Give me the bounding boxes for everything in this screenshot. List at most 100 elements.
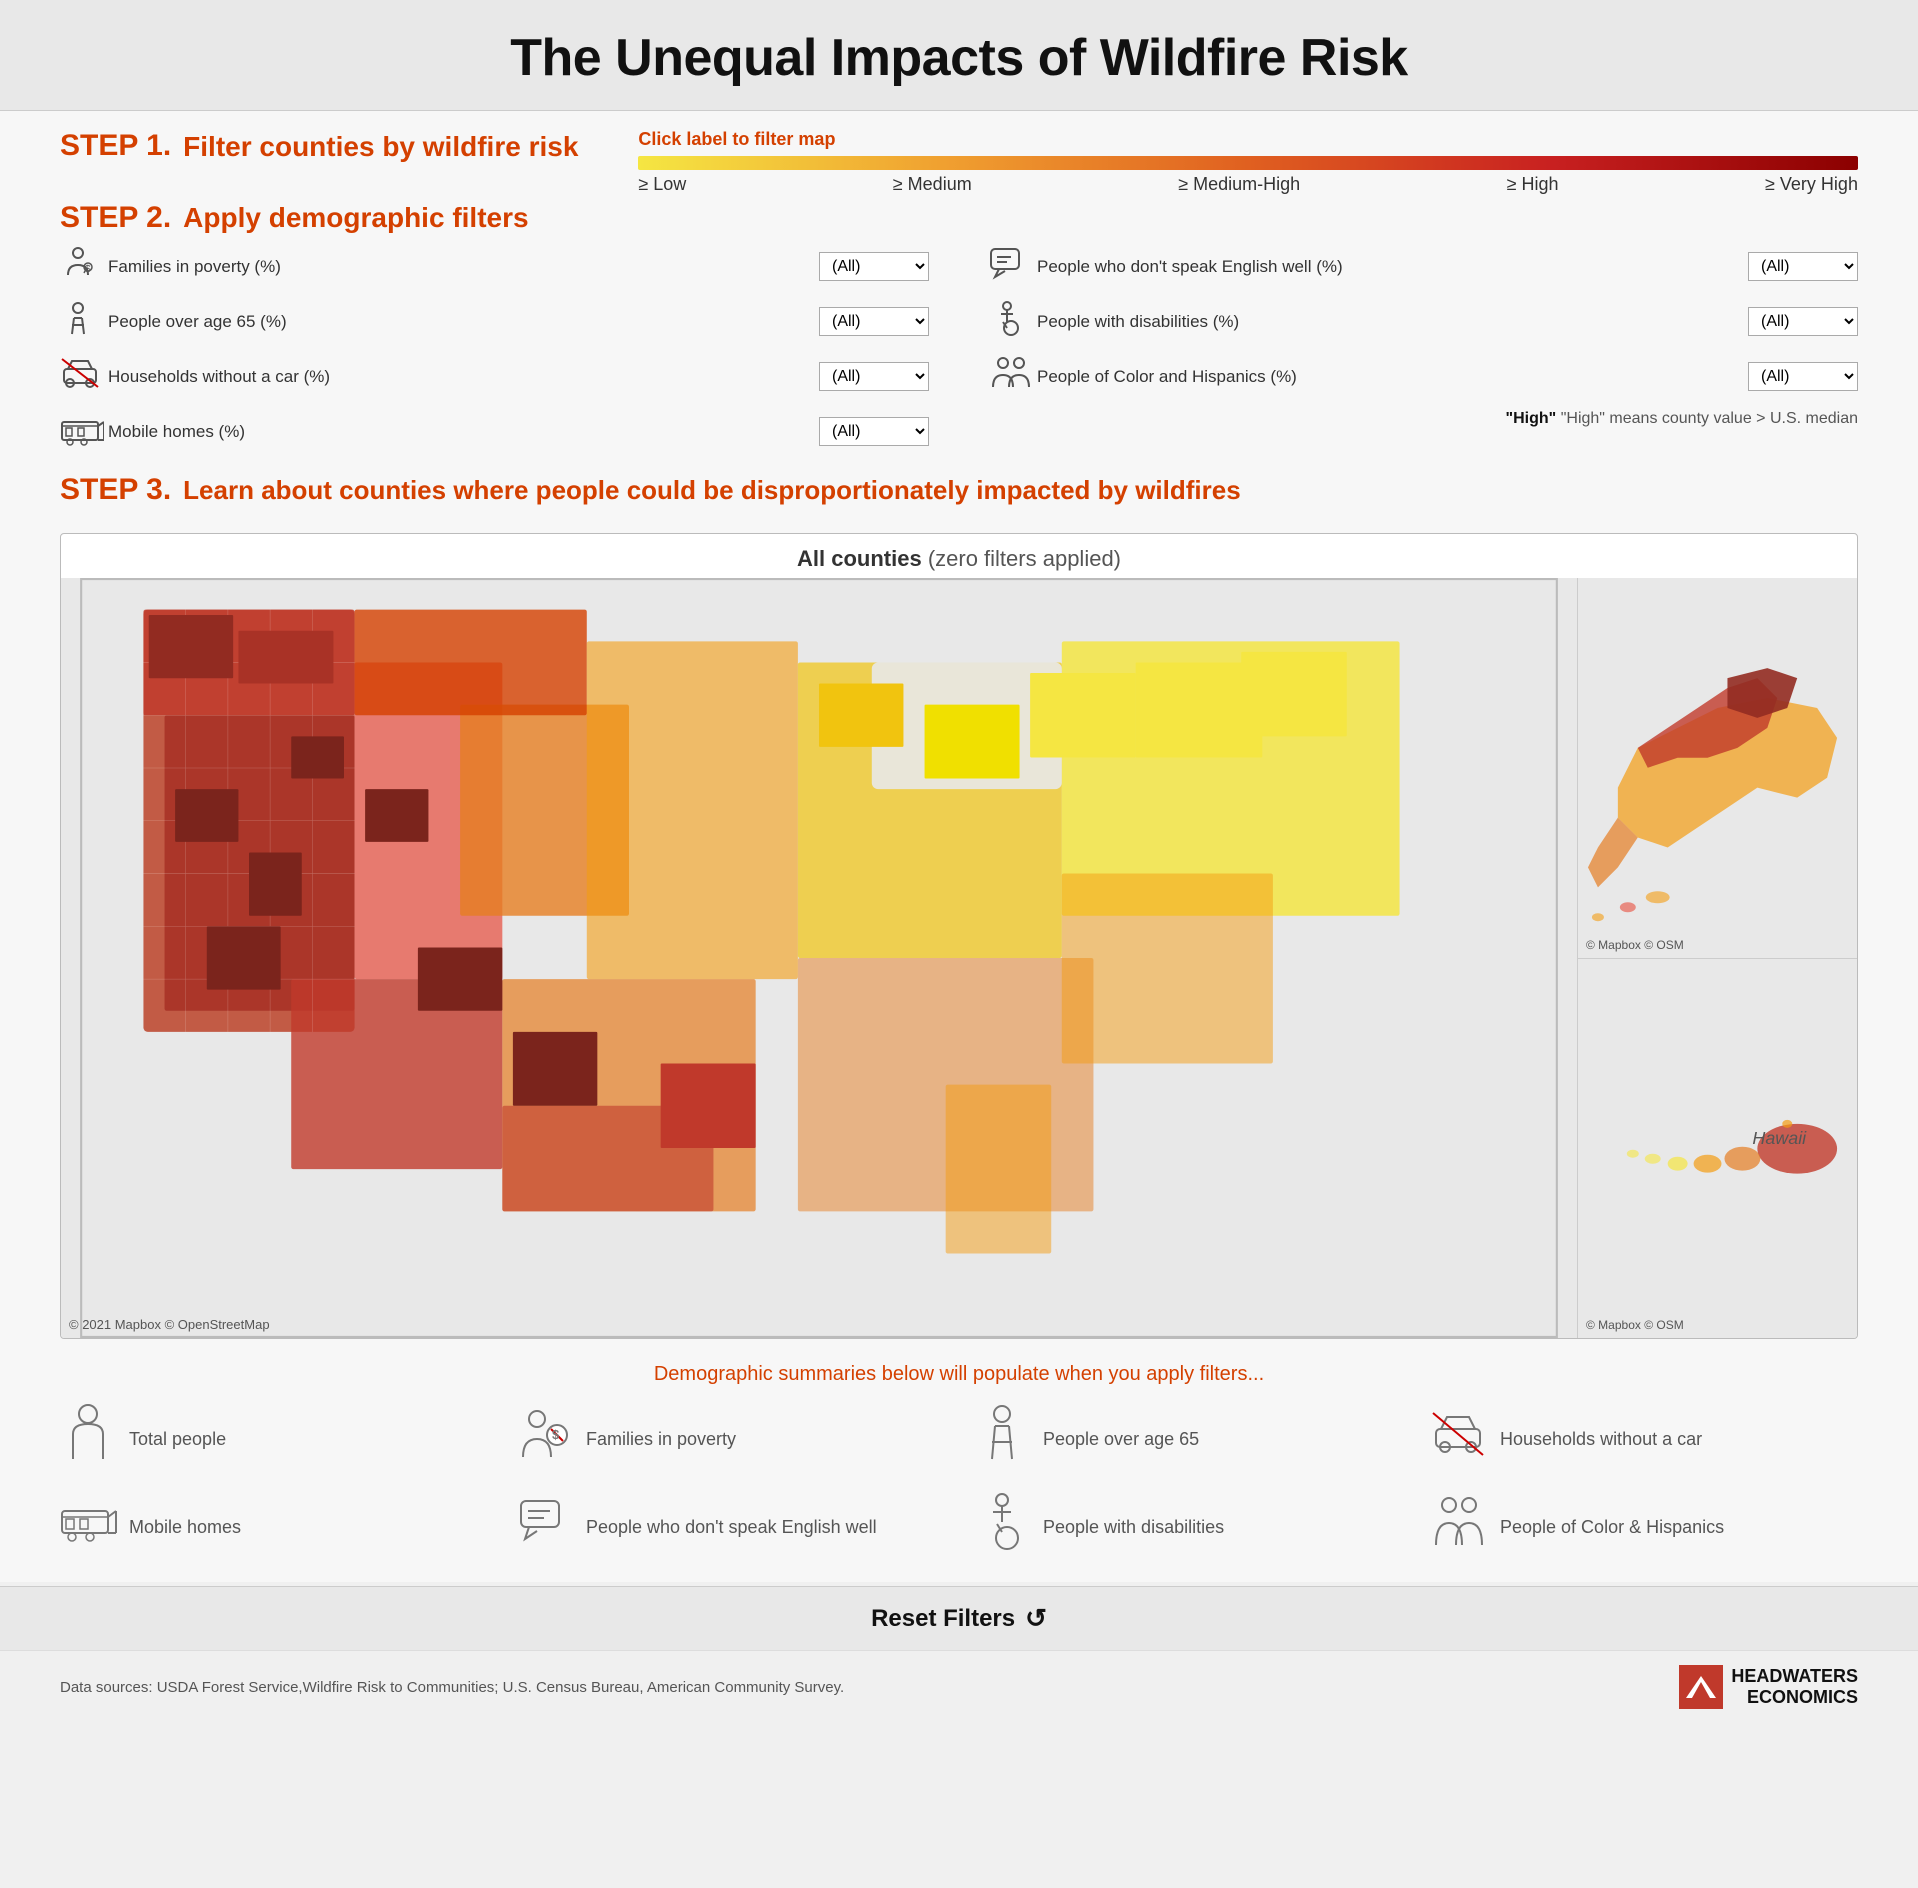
filter-mobile-home-label: Mobile homes (%) — [108, 422, 819, 442]
click-instruction: Click label to filter map — [638, 129, 1858, 150]
filter-elder: People over age 65 (%) (All) High — [60, 300, 929, 343]
steps-area: STEP 1. Filter counties by wildfire risk… — [0, 111, 1918, 533]
demo-message: Demographic summaries below will populat… — [60, 1363, 1858, 1386]
demo-mobile-home: Mobile homes — [60, 1492, 487, 1562]
risk-level-high[interactable]: ≥ High — [1507, 174, 1559, 195]
headwaters-logo-icon — [1679, 1665, 1723, 1709]
filter-disability: People with disabilities (%) (All) High — [989, 300, 1858, 343]
high-note-strong: "High" — [1506, 410, 1557, 427]
filter-poverty: $ Families in poverty (%) (All) High — [60, 245, 929, 288]
demo-total-people: Total people — [60, 1404, 487, 1474]
filters-left: $ Families in poverty (%) (All) High — [60, 245, 929, 465]
footer-logo: HEADWATERS ECONOMICS — [1679, 1665, 1858, 1709]
mobile-home-icon — [60, 410, 108, 453]
risk-level-medium-high[interactable]: ≥ Medium-High — [1178, 174, 1300, 195]
reset-bar: Reset Filters ↺ — [0, 1586, 1918, 1650]
map-container: All counties (zero filters applied) — [60, 533, 1858, 1339]
step1-row: STEP 1. Filter counties by wildfire risk… — [60, 129, 1858, 195]
filter-mobile-home-select[interactable]: (All) High — [819, 417, 929, 446]
demo-disability: People with disabilities — [974, 1492, 1401, 1562]
risk-labels: ≥ Low ≥ Medium ≥ Medium-High ≥ High ≥ Ve… — [638, 174, 1858, 195]
risk-bar — [638, 156, 1858, 170]
page-wrapper: The Unequal Impacts of Wildfire Risk STE… — [0, 0, 1918, 1723]
svg-text:$: $ — [85, 264, 91, 275]
svg-text:$: $ — [552, 1427, 560, 1442]
reset-button[interactable]: Reset Filters ↺ — [871, 1603, 1047, 1634]
svg-text:Hawaii: Hawaii — [1752, 1127, 1807, 1147]
filter-car-label: Households without a car (%) — [108, 367, 819, 387]
header: The Unequal Impacts of Wildfire Risk — [0, 0, 1918, 111]
map-side: © Mapbox © OSM — [1577, 578, 1857, 1338]
demo-poverty-label: Families in poverty — [586, 1429, 736, 1450]
risk-level-low[interactable]: ≥ Low — [638, 174, 686, 195]
filter-english-label: People who don't speak English well (%) — [1037, 257, 1748, 277]
risk-scale: ≥ Low ≥ Medium ≥ Medium-High ≥ High ≥ Ve… — [638, 156, 1858, 195]
high-note-text: "High" means county value > U.S. median — [1561, 410, 1858, 427]
elder-icon — [60, 300, 108, 343]
demographics-summary: Demographic summaries below will populat… — [0, 1353, 1918, 1582]
reset-icon: ↺ — [1025, 1603, 1047, 1634]
person-icon — [60, 1404, 115, 1474]
step2-title: Apply demographic filters — [183, 202, 528, 234]
footer-logo-line2: ECONOMICS — [1731, 1687, 1858, 1708]
demo-disability-label: People with disabilities — [1043, 1517, 1224, 1538]
filter-poverty-label: Families in poverty (%) — [108, 257, 819, 277]
demo-mobile-home-label: Mobile homes — [129, 1517, 241, 1538]
filter-elder-select[interactable]: (All) High — [819, 307, 929, 336]
demo-disability-icon — [974, 1492, 1029, 1562]
poverty-icon: $ — [60, 245, 108, 288]
map-title-bar: All counties (zero filters applied) — [61, 534, 1857, 578]
risk-level-medium[interactable]: ≥ Medium — [893, 174, 972, 195]
footer-data-sources: Data sources: USDA Forest Service,Wildfi… — [60, 1679, 844, 1696]
car-icon — [60, 355, 108, 398]
footer-logo-text: HEADWATERS ECONOMICS — [1731, 1666, 1858, 1708]
demo-grid: Total people $ Families in poverty — [60, 1404, 1858, 1562]
people-icon — [989, 355, 1037, 398]
filter-english: People who don't speak English well (%) … — [989, 245, 1858, 288]
speech-icon — [989, 245, 1037, 288]
map-section: All counties (zero filters applied) — [0, 533, 1918, 1353]
map-credit-hawaii: © Mapbox © OSM — [1586, 1318, 1684, 1332]
demo-people-icon — [1431, 1495, 1486, 1560]
step1-label: STEP 1. — [60, 129, 171, 163]
demo-car-icon — [1431, 1409, 1486, 1469]
filter-car-select[interactable]: (All) High — [819, 362, 929, 391]
step2-row: STEP 2. Apply demographic filters — [60, 201, 1858, 235]
map-inner: © 2021 Mapbox © OpenStreetMap — [61, 578, 1857, 1338]
reset-label: Reset Filters — [871, 1605, 1015, 1633]
filter-poc: People of Color and Hispanics (%) (All) … — [989, 355, 1858, 398]
demo-poverty-icon: $ — [517, 1407, 572, 1472]
filter-poc-select[interactable]: (All) High — [1748, 362, 1858, 391]
demo-total-people-label: Total people — [129, 1429, 226, 1450]
map-hawaii[interactable]: Hawaii © Mapbox © OSM — [1578, 959, 1857, 1339]
filter-disability-select[interactable]: (All) High — [1748, 307, 1858, 336]
demo-poc: People of Color & Hispanics — [1431, 1492, 1858, 1562]
step1-title: Filter counties by wildfire risk — [183, 131, 578, 163]
step3-title: Learn about counties where people could … — [183, 475, 1241, 506]
footer-logo-line1: HEADWATERS — [1731, 1666, 1858, 1687]
disability-icon — [989, 300, 1037, 343]
filters-area: $ Families in poverty (%) (All) High — [60, 245, 1858, 465]
filter-poverty-select[interactable]: (All) High — [819, 252, 929, 281]
demo-mobile-home-icon — [60, 1497, 115, 1557]
map-title: All counties — [797, 546, 922, 571]
demo-elder-icon — [974, 1404, 1029, 1474]
step3-label: STEP 3. — [60, 473, 171, 507]
demo-car: Households without a car — [1431, 1404, 1858, 1474]
step3-row: STEP 3. Learn about counties where peopl… — [60, 473, 1858, 507]
footer: Data sources: USDA Forest Service,Wildfi… — [0, 1650, 1918, 1723]
risk-level-very-high[interactable]: ≥ Very High — [1765, 174, 1858, 195]
filter-mobile-home: Mobile homes (%) (All) High — [60, 410, 929, 453]
page-title: The Unequal Impacts of Wildfire Risk — [20, 28, 1898, 88]
step2-label: STEP 2. — [60, 201, 171, 235]
map-credit-alaska: © Mapbox © OSM — [1586, 938, 1684, 952]
filter-english-select[interactable]: (All) High — [1748, 252, 1858, 281]
filter-poc-label: People of Color and Hispanics (%) — [1037, 367, 1748, 387]
high-note: "High" "High" means county value > U.S. … — [989, 410, 1858, 428]
demo-elder-label: People over age 65 — [1043, 1429, 1199, 1450]
demo-english-label: People who don't speak English well — [586, 1517, 877, 1538]
step1-right: Click label to filter map ≥ Low ≥ Medium… — [638, 129, 1858, 195]
map-main[interactable]: © 2021 Mapbox © OpenStreetMap — [61, 578, 1577, 1338]
map-alaska[interactable]: © Mapbox © OSM — [1578, 578, 1857, 959]
map-credit-main: © 2021 Mapbox © OpenStreetMap — [69, 1317, 270, 1332]
